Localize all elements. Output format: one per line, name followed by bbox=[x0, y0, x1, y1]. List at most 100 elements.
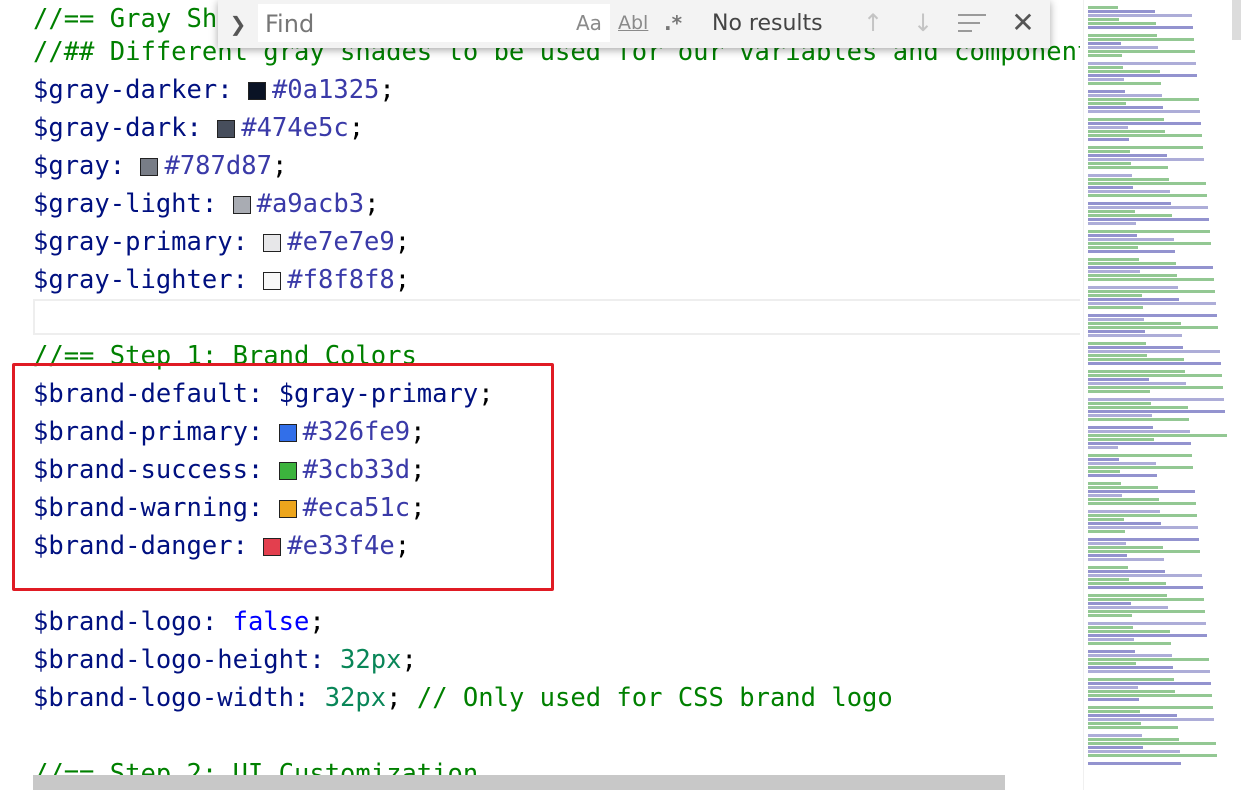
minimap-line bbox=[1088, 194, 1207, 197]
code-line: $brand-logo: false; bbox=[33, 603, 325, 641]
minimap-line bbox=[1088, 178, 1169, 181]
minimap-line bbox=[1088, 386, 1223, 389]
toggle-replace-chevron-icon[interactable]: ❯ bbox=[226, 10, 250, 38]
minimap-line bbox=[1088, 654, 1172, 657]
minimap-line bbox=[1088, 94, 1162, 97]
color-swatch[interactable] bbox=[140, 158, 159, 176]
minimap-line bbox=[1088, 306, 1143, 309]
code-token: #f8f8f8 bbox=[287, 265, 395, 295]
code-token: #a9acb3 bbox=[256, 189, 365, 219]
minimap-line bbox=[1088, 662, 1136, 665]
minimap-line bbox=[1088, 410, 1225, 413]
color-swatch[interactable] bbox=[232, 196, 251, 214]
match-whole-word-toggle[interactable]: Abl bbox=[618, 9, 648, 37]
minimap-line bbox=[1088, 690, 1175, 693]
minimap-line bbox=[1088, 10, 1155, 13]
minimap-line bbox=[1088, 398, 1224, 401]
minimap-line bbox=[1088, 350, 1220, 353]
previous-match-arrow-icon[interactable]: ↑ bbox=[858, 7, 888, 39]
minimap-line bbox=[1088, 474, 1157, 477]
minimap-line bbox=[1088, 50, 1195, 53]
minimap[interactable] bbox=[1083, 0, 1241, 790]
minimap-line bbox=[1088, 586, 1203, 589]
minimap-line bbox=[1088, 722, 1141, 725]
next-match-arrow-icon[interactable]: ↓ bbox=[908, 7, 938, 39]
minimap-line bbox=[1088, 278, 1214, 281]
minimap-line bbox=[1088, 606, 1168, 609]
minimap-line bbox=[1088, 714, 1177, 717]
color-swatch[interactable] bbox=[263, 272, 282, 290]
minimap-line bbox=[1088, 622, 1206, 625]
minimap-line bbox=[1088, 466, 1193, 469]
find-in-selection-icon[interactable] bbox=[958, 12, 986, 34]
minimap-line bbox=[1088, 14, 1192, 17]
minimap-line bbox=[1088, 234, 1137, 237]
minimap-line bbox=[1088, 150, 1130, 153]
code-token: #0a1325 bbox=[271, 75, 380, 105]
minimap-line bbox=[1088, 518, 1124, 521]
minimap-line bbox=[1088, 462, 1156, 465]
code-token: false bbox=[232, 607, 310, 637]
minimap-line bbox=[1088, 454, 1192, 457]
minimap-line bbox=[1088, 118, 1164, 121]
minimap-line bbox=[1088, 442, 1191, 445]
find-input-placeholder: Find bbox=[265, 10, 315, 38]
minimap-line bbox=[1088, 538, 1199, 541]
code-editor[interactable]: //== Gray Sh//## Different gray shades t… bbox=[0, 0, 1080, 790]
match-case-toggle[interactable]: Aa bbox=[576, 9, 602, 37]
code-token: $gray-light: bbox=[33, 189, 233, 219]
code-token: 32px bbox=[324, 683, 387, 713]
code-token: $brand-logo: bbox=[33, 607, 233, 637]
find-input[interactable]: Find bbox=[258, 4, 610, 42]
code-token: $gray-dark: bbox=[33, 113, 218, 143]
minimap-line bbox=[1088, 526, 1198, 529]
minimap-line bbox=[1088, 762, 1181, 765]
close-find-icon[interactable]: ✕ bbox=[1008, 6, 1038, 40]
minimap-line bbox=[1088, 354, 1147, 357]
minimap-line bbox=[1088, 626, 1133, 629]
minimap-line bbox=[1088, 402, 1151, 405]
minimap-line bbox=[1088, 754, 1217, 757]
code-token: $gray: bbox=[33, 151, 141, 181]
minimap-line bbox=[1088, 218, 1209, 221]
minimap-line bbox=[1088, 74, 1197, 77]
minimap-line bbox=[1088, 258, 1139, 261]
code-token: #474e5c bbox=[241, 113, 349, 143]
minimap-line bbox=[1088, 742, 1216, 745]
minimap-line bbox=[1088, 78, 1124, 81]
minimap-line bbox=[1088, 678, 1174, 681]
minimap-line bbox=[1088, 90, 1125, 93]
minimap-line bbox=[1088, 414, 1152, 417]
minimap-line bbox=[1088, 670, 1210, 673]
code-token: $gray-primary: bbox=[33, 227, 264, 257]
code-line: $gray-primary: #e7e7e9; bbox=[33, 223, 410, 261]
minimap-line bbox=[1088, 302, 1216, 305]
horizontal-scrollbar[interactable] bbox=[33, 775, 1005, 790]
minimap-line bbox=[1088, 358, 1184, 361]
minimap-line bbox=[1088, 734, 1142, 737]
minimap-line bbox=[1088, 706, 1213, 709]
minimap-line bbox=[1088, 134, 1202, 137]
minimap-line bbox=[1088, 26, 1193, 29]
find-results-count: No results bbox=[712, 11, 823, 36]
code-token: #e7e7e9 bbox=[287, 227, 395, 257]
minimap-line bbox=[1088, 138, 1129, 141]
minimap-line bbox=[1088, 294, 1142, 297]
minimap-line bbox=[1088, 166, 1168, 169]
minimap-line bbox=[1088, 346, 1183, 349]
minimap-line bbox=[1088, 418, 1189, 421]
color-swatch[interactable] bbox=[263, 234, 282, 252]
minimap-line bbox=[1088, 426, 1153, 429]
color-swatch[interactable] bbox=[217, 120, 236, 138]
use-regex-toggle[interactable]: .* bbox=[664, 9, 682, 37]
color-swatch[interactable] bbox=[247, 82, 266, 100]
minimap-line bbox=[1088, 126, 1128, 129]
minimap-line bbox=[1088, 378, 1149, 381]
minimap-line bbox=[1088, 98, 1199, 101]
minimap-line bbox=[1088, 334, 1182, 337]
code-line: $gray-dark: #474e5c; bbox=[33, 109, 364, 147]
minimap-line bbox=[1088, 642, 1171, 645]
minimap-line bbox=[1088, 430, 1190, 433]
minimap-line bbox=[1088, 650, 1135, 653]
vertical-scrollbar-thumb[interactable] bbox=[1232, 0, 1241, 40]
